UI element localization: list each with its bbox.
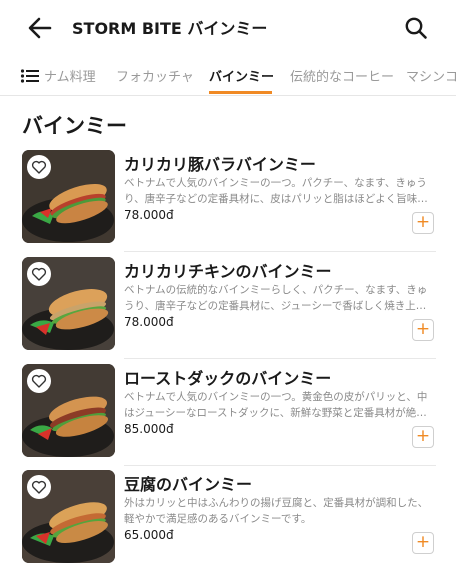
shop-title: STORM BITE バインミー <box>72 19 268 38</box>
menu-item[interactable]: カリカリチキンのバインミー ベトナムの伝統的なバインミーらしく、パクチー、なます… <box>0 257 456 363</box>
item-price: 78.000đ <box>124 208 174 222</box>
tab-banh-mi[interactable]: バインミー <box>209 66 274 85</box>
item-description: ベトナムの伝統的なバインミーらしく、パクチー、なます、きゅうり、唐辛子などの定番… <box>124 284 428 312</box>
item-price: 65.000đ <box>124 528 174 542</box>
item-name: カリカリ豚バラバインミー <box>124 155 316 174</box>
favorite-button[interactable] <box>27 475 51 499</box>
add-to-cart-button[interactable]: + <box>412 212 434 234</box>
item-name: 豆腐のバインミー <box>124 475 253 494</box>
divider <box>124 251 436 252</box>
item-image <box>22 470 115 563</box>
add-to-cart-button[interactable]: + <box>412 426 434 448</box>
arrow-left-icon <box>28 17 52 39</box>
heart-icon <box>31 374 47 388</box>
item-image <box>22 257 115 350</box>
list-icon <box>20 69 39 83</box>
section-title: バインミー <box>22 114 127 138</box>
item-image <box>22 364 115 457</box>
back-button[interactable] <box>26 14 54 42</box>
search-button[interactable] <box>403 15 429 41</box>
item-description: ベトナムで人気のバインミーの一つ。パクチー、なます、きゅうり、唐辛子などの定番具… <box>124 177 428 205</box>
heart-icon <box>31 160 47 174</box>
search-icon <box>405 17 427 39</box>
item-name: カリカリチキンのバインミー <box>124 262 332 281</box>
item-name: ローストダックのバインミー <box>124 369 332 388</box>
item-description: 外はカリッと中はふんわりの揚げ豆腐と、定番具材が調和した、軽やかで満足感のあるバ… <box>124 497 429 525</box>
divider <box>124 358 436 359</box>
tab-focaccia[interactable]: フォカッチャ <box>116 66 194 85</box>
item-description: ベトナムで人気のバインミーの一つ。黄金色の皮がパリッと、中はジューシーなロースト… <box>124 391 428 419</box>
favorite-button[interactable] <box>27 155 51 179</box>
app-header: STORM BITE バインミー <box>0 0 456 56</box>
heart-icon <box>31 267 47 281</box>
divider <box>124 465 436 466</box>
menu-item[interactable]: 豆腐のバインミー 外はカリッと中はふんわりの揚げ豆腐と、定番具材が調和した、軽や… <box>0 470 456 576</box>
favorite-button[interactable] <box>27 369 51 393</box>
menu-item[interactable]: ローストダックのバインミー ベトナムで人気のバインミーの一つ。黄金色の皮がパリッ… <box>0 364 456 470</box>
item-price: 78.000đ <box>124 315 174 329</box>
item-image <box>22 150 115 243</box>
tab-nam-ryori[interactable]: ナム料理 <box>44 66 96 85</box>
add-to-cart-button[interactable]: + <box>412 319 434 341</box>
heart-icon <box>31 480 47 494</box>
category-tabs: ナム料理 フォカッチャ バインミー 伝統的なコーヒー マシンコ <box>0 56 456 96</box>
tab-traditional-coffee[interactable]: 伝統的なコーヒー <box>290 66 394 85</box>
add-to-cart-button[interactable]: + <box>412 532 434 554</box>
menu-item[interactable]: カリカリ豚バラバインミー ベトナムで人気のバインミーの一つ。パクチー、なます、き… <box>0 150 456 256</box>
tab-machine-coffee[interactable]: マシンコ <box>406 66 456 85</box>
item-price: 85.000đ <box>124 422 174 436</box>
favorite-button[interactable] <box>27 262 51 286</box>
category-list-button[interactable] <box>20 66 42 86</box>
active-tab-indicator <box>209 91 272 94</box>
